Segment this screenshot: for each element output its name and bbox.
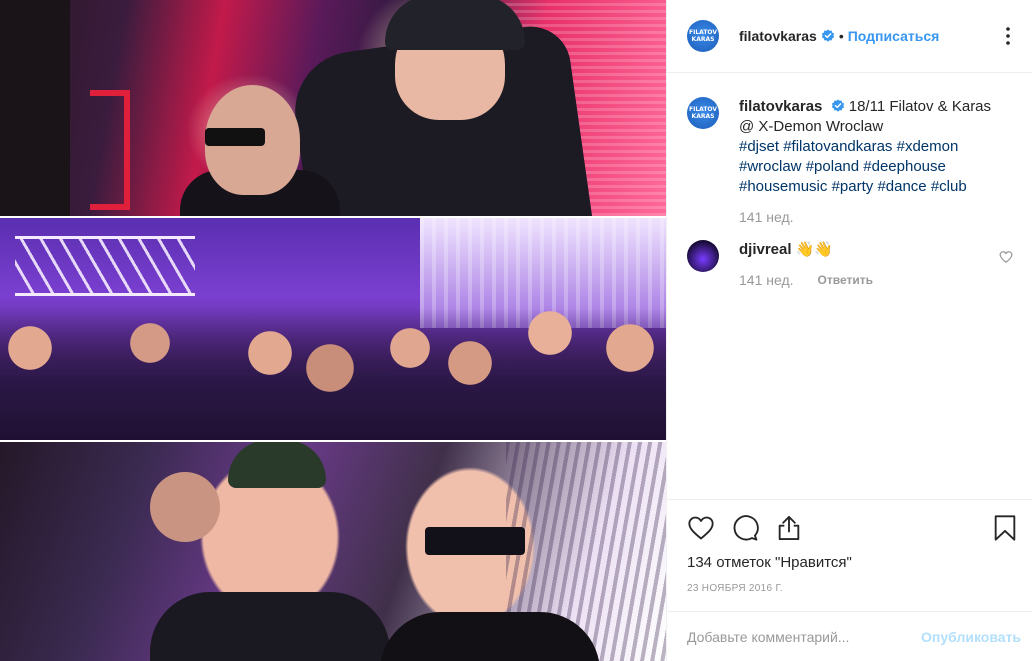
caption-text: filatovkaras 18/11 Filatov & Karas @ X-D… (739, 97, 999, 197)
hashtag-link[interactable]: #club (931, 178, 967, 195)
separator-dot: • (838, 28, 844, 44)
verified-badge-icon (821, 29, 834, 42)
publish-button[interactable]: Опубликовать (921, 629, 1021, 645)
avatar-logo-text: FILATOV KARAS (688, 106, 717, 120)
post-header: FILATOV KARAS filatovkaras • Подписаться (667, 0, 1032, 73)
caption-age: 141 нед. (739, 209, 794, 225)
photo-dance-crowd (0, 218, 666, 440)
speaker-stack (0, 0, 70, 216)
comment-input[interactable]: Добавьте комментарий... (687, 629, 921, 645)
commenter-avatar[interactable] (687, 240, 719, 272)
add-comment-bar: Добавьте комментарий... Опубликовать (667, 611, 1032, 661)
author-username[interactable]: filatovkaras (739, 28, 817, 44)
hashtag-link[interactable]: #dance (877, 178, 926, 195)
neon-logo (15, 236, 195, 296)
hashtag-link[interactable]: #djset (739, 138, 779, 155)
dj-shirt-patterned (150, 592, 390, 661)
dj-shirt-dark (380, 612, 600, 661)
author-avatar[interactable]: FILATOV KARAS (687, 97, 719, 129)
caption-comment: FILATOV KARAS filatovkaras 18/11 Filatov… (687, 97, 1013, 225)
hashtag-link[interactable]: #poland (806, 158, 859, 175)
hashtag-link[interactable]: #party (832, 178, 874, 195)
post-actions: 134 отметок "Нравится" 23 ноября 2016 г. (667, 499, 1032, 611)
dj-sunglasses (425, 527, 525, 555)
hashtag-link[interactable]: #filatovandkaras (783, 138, 892, 155)
more-options-icon[interactable] (996, 24, 1020, 48)
post-photo-collage[interactable] (0, 0, 666, 661)
dj-cap (228, 442, 326, 488)
comment-meta: 141 нед. Ответить (739, 272, 999, 288)
comment-body: 👋👋 (795, 241, 834, 258)
bookmark-icon[interactable] (991, 514, 1019, 542)
comment-text: djivreal 👋👋 (739, 240, 999, 260)
caption-username[interactable]: filatovkaras (739, 98, 822, 115)
comment-icon[interactable] (731, 514, 759, 542)
action-icons (687, 512, 1016, 544)
dj-sunglasses (205, 128, 265, 146)
neon-sign (90, 90, 130, 210)
comment-like-heart-icon[interactable] (999, 250, 1013, 264)
avatar-logo-text: FILATOV KARAS (688, 29, 717, 43)
dj-cap (385, 0, 525, 50)
follow-button[interactable]: Подписаться (848, 28, 940, 44)
author-avatar[interactable]: FILATOV KARAS (687, 20, 719, 52)
hashtag-link[interactable]: #wroclaw (739, 158, 802, 175)
hashtag-link[interactable]: #xdemon (897, 138, 959, 155)
post-side-panel: FILATOV KARAS filatovkaras • Подписаться… (666, 0, 1032, 661)
comment-item: djivreal 👋👋 141 нед. Ответить (687, 240, 1013, 288)
reply-button[interactable]: Ответить (818, 273, 873, 288)
post-date[interactable]: 23 ноября 2016 г. (687, 583, 1013, 594)
caption-meta: 141 нед. (739, 209, 999, 225)
photo-djs-at-console (0, 0, 666, 216)
share-icon[interactable] (775, 514, 803, 542)
likes-count[interactable]: 134 отметок "Нравится" (687, 554, 1013, 571)
comment-username[interactable]: djivreal (739, 241, 792, 258)
hashtag-link[interactable]: #deephouse (863, 158, 946, 175)
heart-icon[interactable] (687, 514, 715, 542)
hashtag-link[interactable]: #housemusic (739, 178, 827, 195)
crowd (0, 308, 666, 440)
comments-list[interactable]: FILATOV KARAS filatovkaras 18/11 Filatov… (667, 73, 1032, 499)
background-dj (150, 472, 220, 542)
verified-badge-icon (831, 99, 844, 112)
photo-djs-selfie (0, 442, 666, 661)
comment-age: 141 нед. (739, 272, 794, 288)
instagram-post: FILATOV KARAS filatovkaras • Подписаться… (0, 0, 1032, 661)
